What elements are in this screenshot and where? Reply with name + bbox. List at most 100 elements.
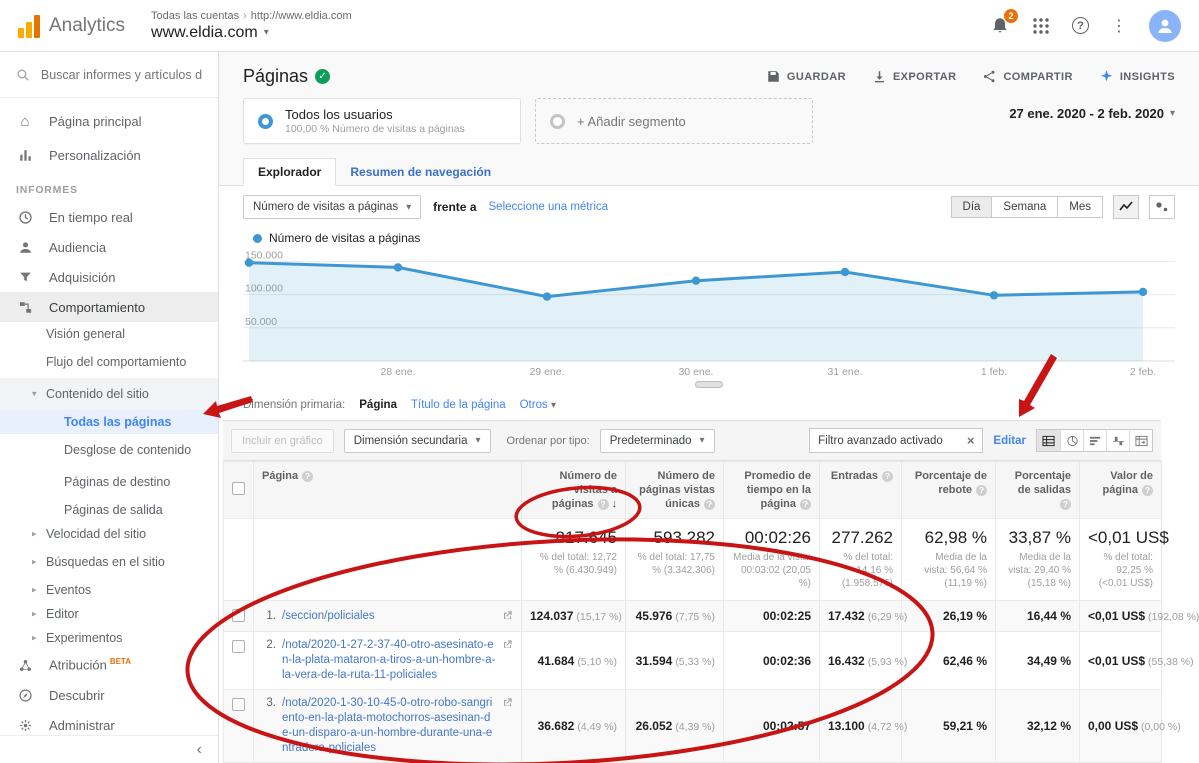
page-link[interactable]: /nota/2020-1-30-10-45-0-otro-robo-sangri… — [282, 696, 496, 756]
col-header-entradas[interactable]: Entradas? — [820, 462, 902, 519]
breadcrumb-site[interactable]: http://www.eldia.com — [251, 10, 352, 22]
sidebar-item-home[interactable]: ⌂ Página principal — [0, 104, 218, 138]
dimension-page[interactable]: Página — [359, 399, 397, 411]
page-cell: 2./nota/2020-1-27-2-37-40-otro-asesinato… — [254, 632, 522, 690]
sidebar-item-behavior[interactable]: Comportamiento — [0, 292, 218, 322]
sidebar-item-acquisition[interactable]: Adquisición — [0, 262, 218, 292]
page-link[interactable]: /nota/2020-1-27-2-37-40-otro-asesinato-e… — [282, 638, 496, 683]
col-header-visitas[interactable]: Número de visitas a páginas?↓ — [522, 462, 626, 519]
granularity-week-button[interactable]: Semana — [992, 196, 1058, 218]
sidebar-collapse-button[interactable]: ‹ — [0, 735, 218, 763]
dimension-others-dropdown[interactable]: Otros ▾ — [520, 399, 556, 411]
sidebar-item-attribution[interactable]: AtribuciónBETA — [0, 650, 218, 680]
metric-selector-dropdown[interactable]: Número de visitas a páginas ▾ — [243, 195, 421, 219]
comparison-view-button[interactable] — [1106, 430, 1129, 451]
help-icon[interactable]: ? — [1072, 17, 1089, 34]
help-icon[interactable]: ? — [1142, 485, 1153, 496]
help-icon[interactable]: ? — [598, 499, 609, 510]
row-checkbox[interactable] — [232, 640, 245, 653]
tab-explorer[interactable]: Explorador — [243, 158, 336, 186]
timeseries-chart[interactable]: 50.000100.000150.00028 ene.29 ene.30 ene… — [219, 247, 1199, 379]
breadcrumb-accounts[interactable]: Todas las cuentas — [151, 10, 239, 22]
select-all-checkbox[interactable] — [232, 482, 245, 495]
sidebar-item-landing-pages[interactable]: Páginas de destino — [0, 466, 218, 498]
sidebar-item-experiments[interactable]: ▸ Experimentos — [0, 626, 218, 650]
app-name[interactable]: Analytics — [49, 15, 125, 37]
col-header-salidas[interactable]: Porcentaje de salidas? — [996, 462, 1080, 519]
metric-percent: (6,29 %) — [868, 611, 908, 623]
metric-cell: 17.432(6,29 %) — [820, 601, 902, 632]
save-button[interactable]: GUARDAR — [766, 69, 846, 84]
help-icon[interactable]: ? — [976, 485, 987, 496]
select-metric-link[interactable]: Seleccione una métrica — [489, 201, 609, 213]
sidebar-item-behavior-flow[interactable]: Flujo del comportamiento — [0, 346, 218, 378]
sidebar-item-publisher[interactable]: ▸ Editor — [0, 602, 218, 626]
sidebar-item-site-content[interactable]: ▾ Contenido del sitio — [0, 378, 218, 410]
performance-view-button[interactable] — [1083, 430, 1106, 451]
search-input[interactable] — [41, 68, 202, 82]
sidebar-item-personalization[interactable]: Personalización — [0, 138, 218, 172]
insights-button[interactable]: INSIGHTS — [1099, 69, 1175, 84]
secondary-dimension-dropdown[interactable]: Dimensión secundaria ▾ — [344, 429, 491, 453]
metric-value: <0,01 US$ — [1088, 654, 1145, 668]
pivot-view-button[interactable] — [1129, 430, 1152, 451]
col-header-tiempo[interactable]: Promedio de tiempo en la página? — [724, 462, 820, 519]
col-header-pagina[interactable]: Página? — [254, 462, 522, 519]
segment-all-users[interactable]: Todos los usuarios 100,00 % Número de vi… — [243, 98, 521, 144]
avatar[interactable] — [1149, 10, 1181, 42]
row-checkbox[interactable] — [232, 609, 245, 622]
sidebar-item-behavior-overview[interactable]: Visión general — [0, 322, 218, 346]
help-icon[interactable]: ? — [302, 471, 313, 482]
sort-type-dropdown[interactable]: Predeterminado ▾ — [600, 429, 715, 453]
sidebar-item-events[interactable]: ▸ Eventos — [0, 578, 218, 602]
sidebar-item-discover[interactable]: Descubrir — [0, 680, 218, 710]
sidebar-item-site-search[interactable]: ▸ Búsquedas en el sitio — [0, 546, 218, 578]
help-icon[interactable]: ? — [882, 471, 893, 482]
sidebar-item-audience[interactable]: Audiencia — [0, 232, 218, 262]
edit-filter-link[interactable]: Editar — [993, 435, 1026, 447]
col-header-vistas-unicas[interactable]: Número de páginas vistas únicas? — [626, 462, 724, 519]
line-chart-icon — [1119, 201, 1133, 213]
scrubber-handle[interactable] — [695, 381, 723, 388]
granularity-day-button[interactable]: Día — [951, 196, 993, 218]
notifications-bell-icon[interactable]: 2 — [990, 16, 1010, 36]
page-link[interactable]: /seccion/policiales — [282, 609, 496, 624]
breadcrumb[interactable]: Todas las cuentas›http://www.eldia.com — [151, 10, 352, 22]
sidebar-item-admin[interactable]: Administrar — [0, 710, 218, 735]
external-link-icon[interactable] — [502, 609, 513, 624]
advanced-filter-chip[interactable]: Filtro avanzado activado × — [809, 428, 983, 453]
date-range-selector[interactable]: 27 ene. 2020 - 2 feb. 2020 ▾ — [1009, 98, 1175, 121]
col-header-rebote[interactable]: Porcentaje de rebote? — [902, 462, 996, 519]
sidebar-item-content-drilldown[interactable]: Desglose de contenido — [0, 434, 218, 466]
sidebar-search[interactable] — [0, 52, 218, 98]
add-segment-button[interactable]: + Añadir segmento — [535, 98, 813, 144]
account-selector[interactable]: www.eldia.com ▾ — [151, 24, 352, 42]
table-view-button[interactable] — [1037, 430, 1060, 451]
col-header-valor[interactable]: Valor de página? — [1080, 462, 1162, 519]
external-link-icon[interactable] — [502, 696, 513, 711]
plot-rows-button[interactable]: Incluir en gráfico — [231, 429, 334, 453]
sidebar-item-realtime[interactable]: En tiempo real — [0, 202, 218, 232]
sidebar: ⌂ Página principal Personalización INFOR… — [0, 52, 219, 763]
analytics-logo-icon[interactable] — [18, 14, 40, 38]
dimension-page-title-link[interactable]: Título de la página — [411, 399, 506, 411]
overflow-menu-icon[interactable]: ⋮ — [1111, 16, 1127, 36]
help-icon[interactable]: ? — [800, 499, 811, 510]
sidebar-item-site-speed[interactable]: ▸ Velocidad del sitio — [0, 522, 218, 546]
chart-scrubber — [219, 379, 1199, 391]
help-icon[interactable]: ? — [1060, 499, 1071, 510]
line-chart-view-button[interactable] — [1113, 195, 1139, 219]
tab-navigation-summary[interactable]: Resumen de navegación — [336, 159, 505, 185]
percentage-view-button[interactable] — [1060, 430, 1083, 451]
remove-filter-icon[interactable]: × — [967, 433, 975, 448]
apps-grid-icon[interactable] — [1032, 17, 1050, 35]
row-checkbox[interactable] — [232, 698, 245, 711]
help-icon[interactable]: ? — [704, 499, 715, 510]
external-link-icon[interactable] — [502, 638, 513, 653]
export-button[interactable]: EXPORTAR — [872, 69, 957, 84]
sidebar-item-exit-pages[interactable]: Páginas de salida — [0, 498, 218, 522]
sidebar-item-all-pages[interactable]: Todas las páginas — [0, 410, 218, 434]
granularity-month-button[interactable]: Mes — [1058, 196, 1103, 218]
motion-chart-view-button[interactable] — [1149, 195, 1175, 219]
share-button[interactable]: COMPARTIR — [982, 69, 1072, 84]
